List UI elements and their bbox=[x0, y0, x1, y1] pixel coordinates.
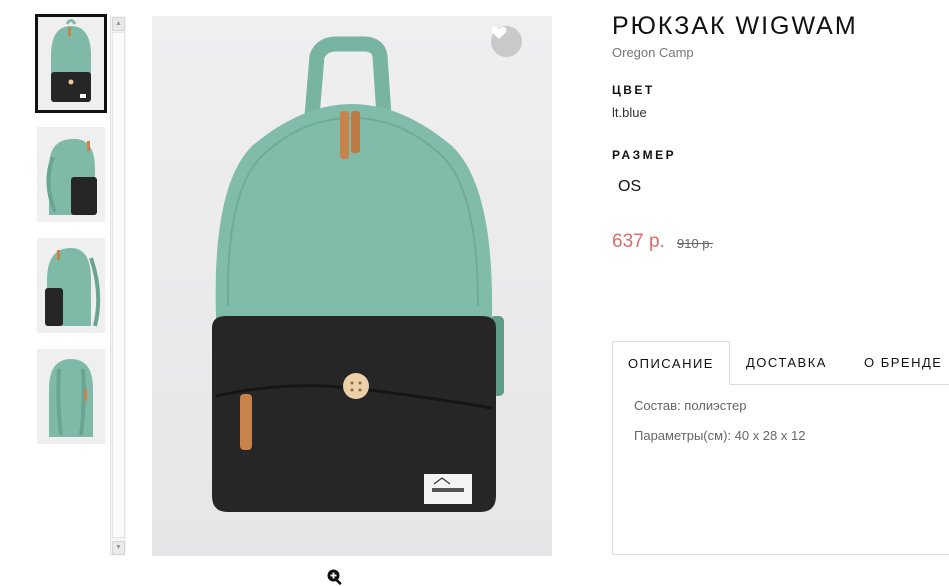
heart-icon bbox=[491, 26, 507, 39]
thumbnail-scrollbar[interactable]: ▲ ▼ bbox=[110, 16, 126, 556]
thumbnail-side-2[interactable] bbox=[37, 238, 105, 333]
backpack-image bbox=[212, 36, 504, 512]
thumbnail-back[interactable] bbox=[37, 349, 105, 444]
backpack-front-thumb-image bbox=[37, 16, 105, 111]
old-price: 910 р. bbox=[677, 236, 714, 251]
favorite-button[interactable] bbox=[491, 26, 522, 57]
color-value: lt.blue bbox=[612, 105, 647, 120]
current-price: 637 р. bbox=[612, 231, 665, 252]
main-product-image[interactable] bbox=[152, 16, 552, 556]
composition-text: Состав: полиэстер bbox=[634, 398, 747, 413]
info-tabs: ОПИСАНИЕ ДОСТАВКА О БРЕНДЕ bbox=[612, 341, 949, 385]
zoom-in-icon[interactable] bbox=[326, 568, 344, 586]
dimensions-text: Параметры(см): 40 x 28 x 12 bbox=[634, 428, 806, 443]
backpack-side-thumb-image bbox=[37, 127, 105, 222]
size-option-os[interactable]: OS bbox=[618, 177, 641, 197]
product-title: РЮКЗАК WIGWAM bbox=[612, 12, 858, 40]
scroll-down-button[interactable]: ▼ bbox=[112, 541, 125, 555]
thumbnail-list bbox=[35, 14, 107, 460]
scrollbar-thumb[interactable] bbox=[112, 32, 125, 538]
backpack-back-thumb-image bbox=[37, 349, 105, 444]
thumbnail-side[interactable] bbox=[37, 127, 105, 222]
color-label: ЦВЕТ bbox=[612, 83, 655, 97]
size-label: РАЗМЕР bbox=[612, 148, 677, 162]
tab-description[interactable]: ОПИСАНИЕ bbox=[612, 341, 730, 385]
tab-panel-description: Состав: полиэстер Параметры(см): 40 x 28… bbox=[612, 384, 949, 555]
backpack-side-2-thumb-image bbox=[37, 238, 105, 333]
tab-brand[interactable]: О БРЕНДЕ bbox=[864, 341, 942, 384]
product-brand[interactable]: Oregon Camp bbox=[612, 45, 694, 60]
scroll-up-button[interactable]: ▲ bbox=[112, 17, 125, 31]
thumbnail-front[interactable] bbox=[35, 14, 107, 113]
tab-delivery[interactable]: ДОСТАВКА bbox=[746, 341, 827, 384]
